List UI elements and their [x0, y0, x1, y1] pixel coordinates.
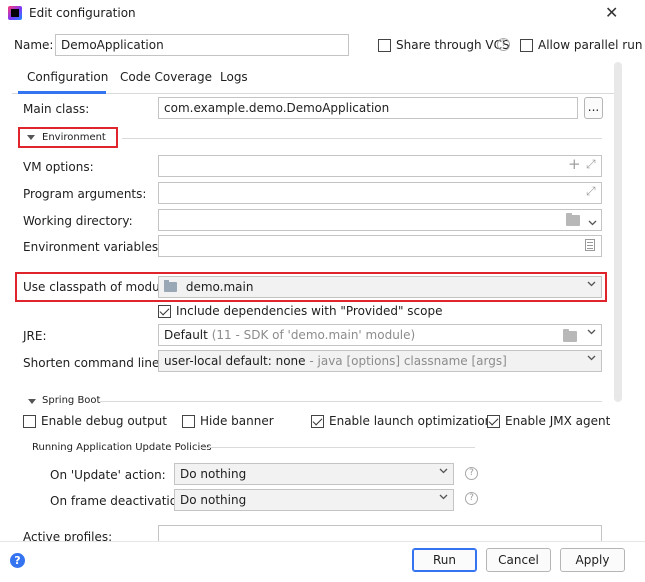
enable-debug-output-checkbox[interactable]: Enable debug output: [23, 414, 167, 428]
help-icon[interactable]: ?: [465, 492, 478, 505]
include-dependencies-checkbox[interactable]: Include dependencies with "Provided" sco…: [158, 304, 443, 318]
jre-hint: (11 - SDK of 'demo.main' module): [211, 328, 416, 342]
enable-launch-optimization-label: Enable launch optimization: [329, 414, 493, 428]
update-policies-divider: [200, 447, 475, 448]
on-update-select[interactable]: Do nothing: [174, 463, 454, 485]
name-field[interactable]: DemoApplication: [55, 34, 349, 56]
working-directory-field[interactable]: [158, 209, 602, 231]
active-profiles-label: Active profiles:: [23, 530, 113, 541]
cancel-button[interactable]: Cancel: [486, 548, 551, 572]
hide-banner-label: Hide banner: [200, 414, 274, 428]
share-vcs-label: Share through VCS: [396, 38, 510, 52]
tab-configuration[interactable]: Configuration: [27, 70, 108, 84]
on-update-label: On 'Update' action:: [50, 468, 166, 482]
help-button[interactable]: ?: [10, 553, 25, 568]
allow-parallel-label: Allow parallel run: [538, 38, 643, 52]
on-frame-deactivation-value: Do nothing: [180, 493, 247, 507]
enable-debug-output-box[interactable]: [23, 414, 36, 428]
expand-triangle-icon[interactable]: [27, 135, 35, 140]
include-dependencies-label: Include dependencies with "Provided" sco…: [176, 304, 443, 318]
run-button[interactable]: Run: [412, 548, 477, 572]
on-update-value: Do nothing: [180, 467, 247, 481]
close-icon[interactable]: ✕: [605, 3, 618, 22]
enable-debug-output-label: Enable debug output: [41, 414, 167, 428]
active-profiles-field[interactable]: [158, 525, 602, 541]
jre-label: JRE:: [23, 329, 47, 343]
shorten-command-label: Shorten command line:: [23, 356, 164, 370]
environment-divider: [122, 138, 602, 139]
active-tab-indicator: [18, 91, 106, 94]
on-frame-deactivation-select[interactable]: Do nothing: [174, 489, 454, 511]
chevron-down-icon[interactable]: [588, 215, 597, 229]
chevron-down-icon[interactable]: [587, 355, 596, 363]
shorten-command-value: user-local default: none: [164, 354, 306, 368]
hide-banner-checkbox[interactable]: Hide banner: [182, 414, 274, 428]
vm-options-label: VM options:: [23, 160, 94, 174]
footer-divider: [0, 541, 645, 542]
classpath-module-select[interactable]: demo.main: [158, 276, 602, 298]
enable-jmx-agent-label: Enable JMX agent: [505, 414, 611, 428]
main-class-field[interactable]: com.example.demo.DemoApplication: [158, 97, 578, 119]
tab-code-coverage[interactable]: Code Coverage: [120, 70, 212, 84]
share-vcs-checkbox[interactable]: Share through VCS: [378, 38, 510, 52]
enable-launch-optimization-checkbox[interactable]: Enable launch optimization: [311, 414, 492, 428]
add-icon[interactable]: +: [568, 157, 581, 172]
environment-variables-field[interactable]: [158, 235, 602, 257]
include-dependencies-box[interactable]: [158, 304, 171, 318]
allow-parallel-checkbox[interactable]: Allow parallel run: [520, 38, 642, 52]
name-label: Name:: [14, 38, 54, 52]
on-frame-deactivation-label: On frame deactivation:: [50, 494, 189, 508]
program-arguments-field[interactable]: [158, 182, 602, 204]
intellij-app-icon: [8, 6, 22, 20]
expand-triangle-icon[interactable]: [28, 399, 36, 404]
folder-icon[interactable]: [563, 329, 577, 342]
environment-section-label[interactable]: Environment: [42, 132, 106, 143]
allow-parallel-box[interactable]: [520, 38, 533, 52]
chevron-down-icon[interactable]: [587, 281, 596, 289]
update-policies-label: Running Application Update Policies: [32, 442, 212, 453]
program-arguments-label: Program arguments:: [23, 187, 147, 201]
jre-select[interactable]: Default (11 - SDK of 'demo.main' module): [158, 324, 602, 346]
expand-icon[interactable]: ⤢: [586, 157, 596, 172]
enable-jmx-agent-box[interactable]: [487, 414, 500, 428]
window-title: Edit configuration: [29, 6, 136, 20]
enable-jmx-agent-checkbox[interactable]: Enable JMX agent: [487, 414, 610, 428]
working-directory-label: Working directory:: [23, 214, 133, 228]
classpath-label: Use classpath of module:: [23, 280, 175, 294]
spring-boot-section-label[interactable]: Spring Boot: [42, 395, 100, 406]
help-icon[interactable]: ?: [465, 467, 478, 480]
help-icon[interactable]: ?: [497, 38, 510, 51]
environment-variables-label: Environment variables:: [23, 240, 163, 254]
vertical-scrollbar[interactable]: [614, 62, 622, 402]
share-vcs-box[interactable]: [378, 38, 391, 52]
spring-boot-divider: [100, 401, 602, 402]
vm-options-field[interactable]: [158, 155, 602, 177]
active-profiles-row: Active profiles:: [0, 524, 612, 541]
hide-banner-box[interactable]: [182, 414, 195, 428]
module-folder-icon: [164, 280, 177, 292]
chevron-down-icon[interactable]: [439, 468, 448, 476]
shorten-command-select[interactable]: user-local default: none - java [options…: [158, 350, 602, 372]
expand-icon[interactable]: ⤢: [586, 184, 596, 199]
tab-logs[interactable]: Logs: [220, 70, 248, 84]
apply-button[interactable]: Apply: [560, 548, 625, 572]
document-icon[interactable]: [585, 239, 595, 251]
jre-value: Default: [164, 328, 208, 342]
enable-launch-optimization-box[interactable]: [311, 414, 324, 428]
browse-main-class-button[interactable]: ...: [584, 97, 603, 119]
main-class-label: Main class:: [23, 102, 90, 116]
folder-icon[interactable]: [566, 213, 580, 226]
classpath-module-value: demo.main: [185, 280, 254, 294]
chevron-down-icon[interactable]: [587, 329, 596, 337]
shorten-command-hint: - java [options] classname [args]: [309, 354, 507, 368]
chevron-down-icon[interactable]: [439, 494, 448, 502]
